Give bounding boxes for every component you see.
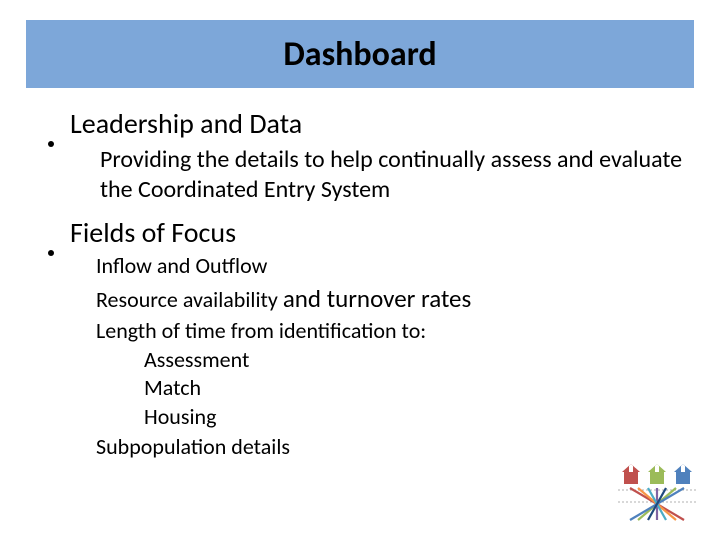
bullet-heading: Leadership and Data	[70, 106, 302, 141]
focus-line-resource-a: Resource availability	[96, 286, 283, 313]
focus-sub-housing: Housing	[144, 403, 690, 432]
bullet-leadership: Leadership and Data	[40, 106, 690, 141]
focus-sub-assessment: Assessment	[144, 346, 690, 375]
bullet-fields: Fields of Focus	[40, 215, 690, 250]
bullet-description: Providing the details to help continuall…	[100, 145, 690, 205]
focus-line-subpopulation: Subpopulation details	[96, 433, 690, 462]
bullet-dot-icon	[48, 250, 54, 256]
focus-line-inflow: Inflow and Outflow	[96, 252, 690, 281]
focus-line-length: Length of time from identification to:	[96, 317, 690, 346]
bullet-dot-icon	[48, 141, 54, 147]
coordinated-entry-logo-icon	[618, 462, 696, 522]
focus-line-resource: Resource availability and turnover rates	[96, 283, 690, 316]
bullet-heading: Fields of Focus	[70, 215, 236, 250]
page-title: Dashboard	[283, 34, 436, 75]
focus-sub-match: Match	[144, 374, 690, 403]
focus-line-resource-b: and turnover rates	[283, 283, 471, 314]
slide-content: Leadership and Data Providing the detail…	[40, 100, 690, 462]
title-bar: Dashboard	[26, 20, 694, 88]
